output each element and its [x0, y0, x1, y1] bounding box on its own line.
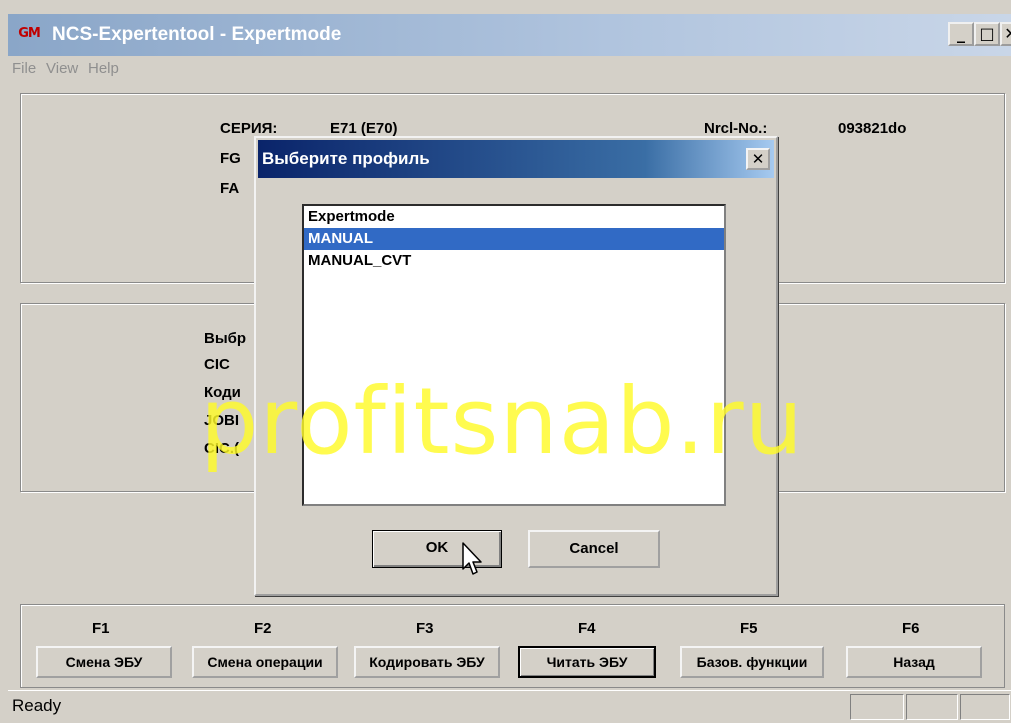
ecu-line-3: Коди — [204, 384, 241, 401]
menu-view[interactable]: View — [46, 60, 78, 77]
fkey-label-f1: F1 — [92, 620, 110, 637]
ecu-line-2: CIC — [204, 356, 230, 373]
minimize-button[interactable]: _ — [948, 22, 974, 46]
status-cell-3 — [960, 694, 1010, 720]
code-ecu-button[interactable]: Кодировать ЭБУ — [354, 646, 500, 678]
menu-bar: File View Help — [8, 56, 1011, 82]
basic-functions-button[interactable]: Базов. функции — [680, 646, 824, 678]
menu-help[interactable]: Help — [88, 60, 119, 77]
series-value: E71 (E70) — [330, 120, 398, 137]
read-ecu-button[interactable]: Читать ЭБУ — [518, 646, 656, 678]
profile-item-expertmode[interactable]: Expertmode — [304, 206, 724, 228]
maximize-button[interactable]: □ — [974, 22, 1000, 46]
ecu-line-1: Выбр — [204, 330, 247, 347]
fa-label: FA — [220, 180, 240, 197]
fkey-label-f6: F6 — [902, 620, 920, 637]
dialog-title-bar[interactable]: Выберите профиль ✕ — [258, 140, 774, 178]
close-button[interactable]: ✕ — [1000, 22, 1011, 46]
mouse-cursor-icon — [462, 542, 482, 575]
change-ecu-button[interactable]: Смена ЭБУ — [36, 646, 172, 678]
select-profile-dialog: Выберите профиль ✕ Expertmode MANUAL MAN… — [254, 136, 778, 596]
change-operation-button[interactable]: Смена операции — [192, 646, 338, 678]
window-title: NCS-Expertentool - Expertmode — [52, 24, 342, 45]
nrcl-label: Nrcl-No.: — [704, 120, 768, 137]
series-label: СЕРИЯ: — [220, 120, 278, 137]
nrcl-value: 093821do — [838, 120, 907, 137]
back-button[interactable]: Назад — [846, 646, 982, 678]
fkey-label-f5: F5 — [740, 620, 758, 637]
fkey-label-f4: F4 — [578, 620, 596, 637]
dialog-close-button[interactable]: ✕ — [746, 148, 770, 170]
profile-item-manual[interactable]: MANUAL — [304, 228, 724, 250]
title-bar[interactable]: GM NCS-Expertentool - Expertmode _ □ ✕ — [8, 14, 1011, 56]
profile-item-manual-cvt[interactable]: MANUAL_CVT — [304, 250, 724, 272]
fkey-label-f2: F2 — [254, 620, 272, 637]
profile-listbox[interactable]: Expertmode MANUAL MANUAL_CVT — [302, 204, 726, 506]
app-icon: GM — [18, 26, 41, 41]
fkey-label-f3: F3 — [416, 620, 434, 637]
status-cell-2 — [906, 694, 958, 720]
status-text: Ready — [12, 696, 62, 715]
app-window: GM NCS-Expertentool - Expertmode _ □ ✕ F… — [0, 0, 1011, 723]
menu-file[interactable]: File — [12, 60, 36, 77]
status-bar: Ready — [8, 690, 1011, 723]
cancel-button[interactable]: Cancel — [528, 530, 660, 568]
ecu-line-4: JOBI — [204, 412, 240, 429]
dialog-title: Выберите профиль — [262, 149, 430, 168]
ecu-line-5: CIC.( — [204, 440, 239, 457]
status-cell-1 — [850, 694, 904, 720]
fg-label: FG — [220, 150, 241, 167]
